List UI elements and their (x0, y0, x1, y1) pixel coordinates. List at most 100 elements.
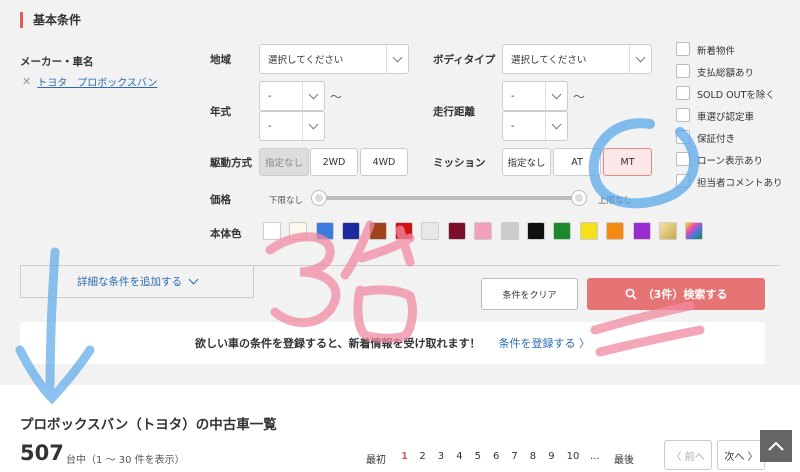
mission-option-mt[interactable]: MT (603, 148, 652, 176)
search-button[interactable]: （3件）検索する (587, 278, 765, 310)
year-to-select[interactable]: - (259, 111, 325, 141)
color-swatch[interactable] (527, 222, 545, 240)
color-swatch[interactable] (368, 222, 387, 240)
maker-label: メーカー・車名 (20, 56, 94, 68)
chevron-down-icon (629, 45, 651, 73)
mileage-from-value: - (511, 90, 515, 102)
price-slider-max-handle[interactable] (572, 191, 586, 205)
checkbox-label: ローン表示あり (697, 156, 764, 167)
color-swatch[interactable] (315, 222, 334, 240)
pager-ellipsis: ... (590, 451, 600, 462)
results-title: プロボックスバン（トヨタ）の中古車一覧 (20, 417, 277, 433)
pager-last[interactable]: 最後 (614, 451, 634, 466)
region-select[interactable]: 選択してください (259, 44, 409, 74)
color-swatch[interactable] (421, 222, 440, 240)
checkbox[interactable] (676, 130, 690, 144)
mission-option-none[interactable]: 指定なし (502, 148, 551, 176)
results-count: 507 (20, 441, 64, 465)
page-link[interactable]: 9 (548, 451, 554, 462)
region-select-value: 選択してください (268, 55, 344, 66)
color-swatch[interactable] (263, 222, 281, 240)
page-link[interactable]: 2 (419, 451, 425, 462)
price-slider-min-handle[interactable] (312, 191, 326, 205)
scroll-to-top-button[interactable] (760, 430, 792, 462)
chevron-down-icon (302, 112, 324, 140)
register-banner: 欲しい車の条件を登録すると、新着情報を受け取れます！ 条件を登録する 〉 (20, 322, 765, 364)
prev-page-button[interactable]: 〈 前へ (664, 440, 712, 470)
checkbox-label: 新着物件 (697, 46, 736, 57)
color-swatch[interactable] (579, 222, 598, 240)
page-link[interactable]: 6 (493, 451, 499, 462)
page-link[interactable]: 7 (511, 451, 517, 462)
mission-option-at[interactable]: AT (553, 148, 601, 176)
drive-option-none[interactable]: 指定なし (259, 148, 309, 176)
next-page-button[interactable]: 次へ 〉 (717, 440, 765, 470)
color-swatch[interactable] (553, 222, 572, 240)
color-swatch[interactable] (474, 222, 493, 240)
add-conditions-toggle[interactable]: 詳細な条件を追加する (20, 266, 254, 298)
checkbox-label: 支払総額あり (697, 68, 755, 79)
price-max-label: 上限なし (598, 196, 633, 206)
body-type-select[interactable]: 選択してください (502, 44, 652, 74)
page-link[interactable]: 10 (567, 451, 580, 462)
checkbox[interactable] (676, 64, 690, 78)
register-link-label: 条件を登録する (498, 337, 576, 350)
chevron-down-icon (302, 82, 324, 110)
checkbox[interactable] (676, 42, 690, 56)
checkbox[interactable] (676, 152, 690, 166)
mileage-tilde: 〜 (573, 90, 586, 104)
color-swatch[interactable] (395, 222, 413, 240)
checkbox-label: 担当者コメントあり (697, 178, 783, 189)
color-swatch[interactable] (606, 222, 625, 240)
chevron-down-icon (386, 45, 408, 73)
checkbox[interactable] (676, 86, 690, 100)
mileage-from-select[interactable]: - (502, 81, 568, 111)
color-swatch[interactable] (342, 222, 361, 240)
chevron-right-icon: 〉 (579, 337, 591, 350)
body-type-select-value: 選択してください (511, 55, 587, 66)
color-swatch[interactable] (659, 222, 677, 240)
page-link[interactable]: 3 (438, 451, 444, 462)
mileage-to-value: - (511, 120, 515, 132)
checkbox[interactable] (676, 108, 690, 122)
drive-label: 駆動方式 (210, 157, 252, 169)
checkbox[interactable] (676, 174, 690, 188)
register-conditions-link[interactable]: 条件を登録する 〉 (499, 335, 591, 351)
page-link[interactable]: 4 (456, 451, 462, 462)
remove-icon[interactable]: ✕ (22, 75, 31, 88)
price-min-label: 下限なし (269, 196, 304, 206)
drive-option-4wd[interactable]: 4WD (360, 148, 408, 176)
results-section: プロボックスバン（トヨタ）の中古車一覧 507 台中（1 〜 30 件を表示） … (0, 385, 800, 472)
color-swatch[interactable] (685, 222, 704, 240)
pager-first[interactable]: 最初 (366, 451, 386, 466)
chevron-down-icon (545, 112, 567, 140)
search-icon (625, 288, 637, 300)
color-swatch[interactable] (632, 222, 651, 240)
mission-label: ミッション (433, 157, 486, 169)
color-label: 本体色 (210, 228, 242, 240)
chevron-down-icon (188, 274, 199, 285)
chevron-up-icon (768, 441, 784, 451)
page-link[interactable]: 8 (530, 451, 536, 462)
color-swatch[interactable] (500, 222, 519, 240)
price-label: 価格 (210, 194, 231, 206)
checkbox-label: 保証付き (697, 134, 736, 145)
clear-conditions-button[interactable]: 条件をクリア (481, 278, 578, 310)
body-type-label: ボディタイプ (433, 54, 496, 66)
drive-option-2wd[interactable]: 2WD (310, 148, 358, 176)
color-swatch[interactable] (289, 222, 308, 240)
search-conditions-panel: 基本条件 メーカー・車名 ✕ トヨタ プロボックスバン 地域 選択してください … (0, 0, 800, 385)
page-link[interactable]: 1 (401, 451, 408, 462)
year-from-select[interactable]: - (259, 81, 325, 111)
year-tilde: 〜 (330, 90, 343, 104)
region-label: 地域 (210, 54, 231, 66)
year-from-value: - (268, 90, 272, 102)
color-swatch[interactable] (447, 222, 466, 240)
maker-chip: ✕ トヨタ プロボックスバン (22, 74, 157, 89)
price-slider-track[interactable] (318, 196, 580, 200)
mileage-to-select[interactable]: - (502, 111, 568, 141)
mileage-label: 走行距離 (433, 106, 475, 118)
add-conditions-label: 詳細な条件を追加する (77, 276, 182, 288)
page-link[interactable]: 5 (475, 451, 481, 462)
maker-chip-link[interactable]: トヨタ プロボックスバン (37, 74, 157, 89)
